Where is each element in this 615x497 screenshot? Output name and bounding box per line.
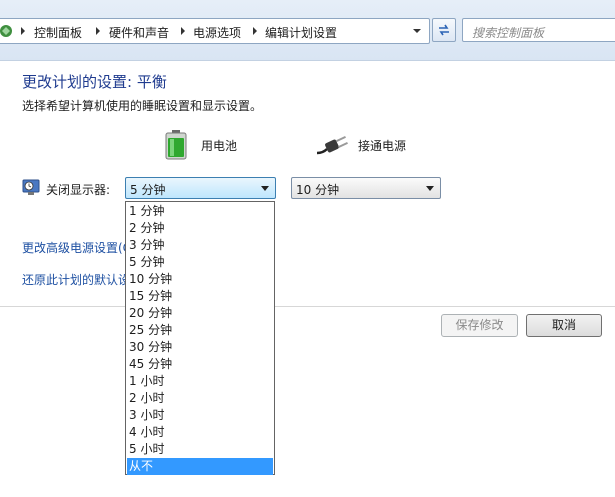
display-clock-icon	[22, 179, 40, 195]
chevron-down-icon	[426, 186, 434, 191]
dropdown-option[interactable]: 30 分钟	[127, 339, 273, 356]
control-panel-icon	[0, 25, 12, 37]
battery-column-label: 用电池	[201, 139, 238, 153]
divider	[0, 306, 615, 307]
plugged-column-label: 接通电源	[358, 139, 407, 153]
battery-display-timeout-select[interactable]: 5 分钟	[125, 177, 276, 199]
dropdown-option[interactable]: 4 小时	[127, 424, 273, 441]
crumb-edit-plan[interactable]: 编辑计划设置	[265, 24, 337, 41]
save-changes-button[interactable]: 保存修改	[441, 314, 518, 337]
chevron-right-icon	[253, 27, 257, 35]
dropdown-option[interactable]: 5 分钟	[127, 254, 273, 271]
dropdown-option[interactable]: 15 分钟	[127, 288, 273, 305]
edit-plan-settings-window: 控制面板 硬件和声音 电源选项 编辑计划设置 搜索控制面板 更改计划的设置: 平…	[0, 0, 615, 497]
battery-icon	[165, 130, 187, 160]
crumb-control-panel[interactable]: 控制面板	[34, 24, 82, 41]
dropdown-option[interactable]: 25 分钟	[127, 322, 273, 339]
power-plug-icon	[317, 135, 348, 155]
turn-off-display-label: 关闭显示器:	[46, 183, 111, 197]
chevron-right-icon	[21, 27, 25, 35]
plugged-display-timeout-select[interactable]: 10 分钟	[291, 177, 441, 199]
chevron-right-icon	[96, 27, 100, 35]
chevron-down-icon	[261, 186, 269, 191]
search-input[interactable]: 搜索控制面板	[462, 18, 615, 42]
dropdown-option[interactable]: 从不	[127, 458, 273, 475]
dropdown-option[interactable]: 20 分钟	[127, 305, 273, 322]
dropdown-option[interactable]: 5 小时	[127, 441, 273, 458]
plugged-display-timeout-value: 10 分钟	[296, 183, 340, 197]
dropdown-option[interactable]: 10 分钟	[127, 271, 273, 288]
chevron-right-icon	[181, 27, 185, 35]
page-description: 选择希望计算机使用的睡眠设置和显示设置。	[22, 99, 263, 113]
page-title: 更改计划的设置: 平衡	[22, 73, 167, 91]
dropdown-option[interactable]: 3 小时	[127, 407, 273, 424]
dropdown-option[interactable]: 2 小时	[127, 390, 273, 407]
search-placeholder: 搜索控制面板	[472, 26, 545, 40]
refresh-button[interactable]	[432, 18, 456, 42]
dropdown-option[interactable]: 3 分钟	[127, 237, 273, 254]
dropdown-option[interactable]: 1 小时	[127, 373, 273, 390]
advanced-power-settings-link[interactable]: 更改高级电源设置(C)	[22, 239, 136, 256]
dropdown-option[interactable]: 1 分钟	[127, 203, 273, 220]
battery-display-timeout-value: 5 分钟	[130, 183, 166, 197]
refresh-icon	[439, 24, 449, 36]
display-timeout-dropdown-list[interactable]: 1 分钟 2 分钟 3 分钟 5 分钟 10 分钟 15 分钟 20 分钟 25 分钟 30 分…	[125, 201, 275, 475]
crumb-power-options[interactable]: 电源选项	[193, 24, 241, 41]
address-toolbar: 控制面板 硬件和声音 电源选项 编辑计划设置 搜索控制面板	[0, 0, 615, 61]
chevron-down-icon[interactable]	[413, 29, 421, 33]
dropdown-option[interactable]: 2 分钟	[127, 220, 273, 237]
breadcrumb[interactable]: 控制面板 硬件和声音 电源选项 编辑计划设置	[0, 18, 430, 44]
dropdown-option[interactable]: 45 分钟	[127, 356, 273, 373]
crumb-hardware-sound[interactable]: 硬件和声音	[109, 24, 169, 41]
restore-defaults-link[interactable]: 还原此计划的默认设置	[22, 271, 142, 288]
cancel-button[interactable]: 取消	[526, 314, 602, 337]
